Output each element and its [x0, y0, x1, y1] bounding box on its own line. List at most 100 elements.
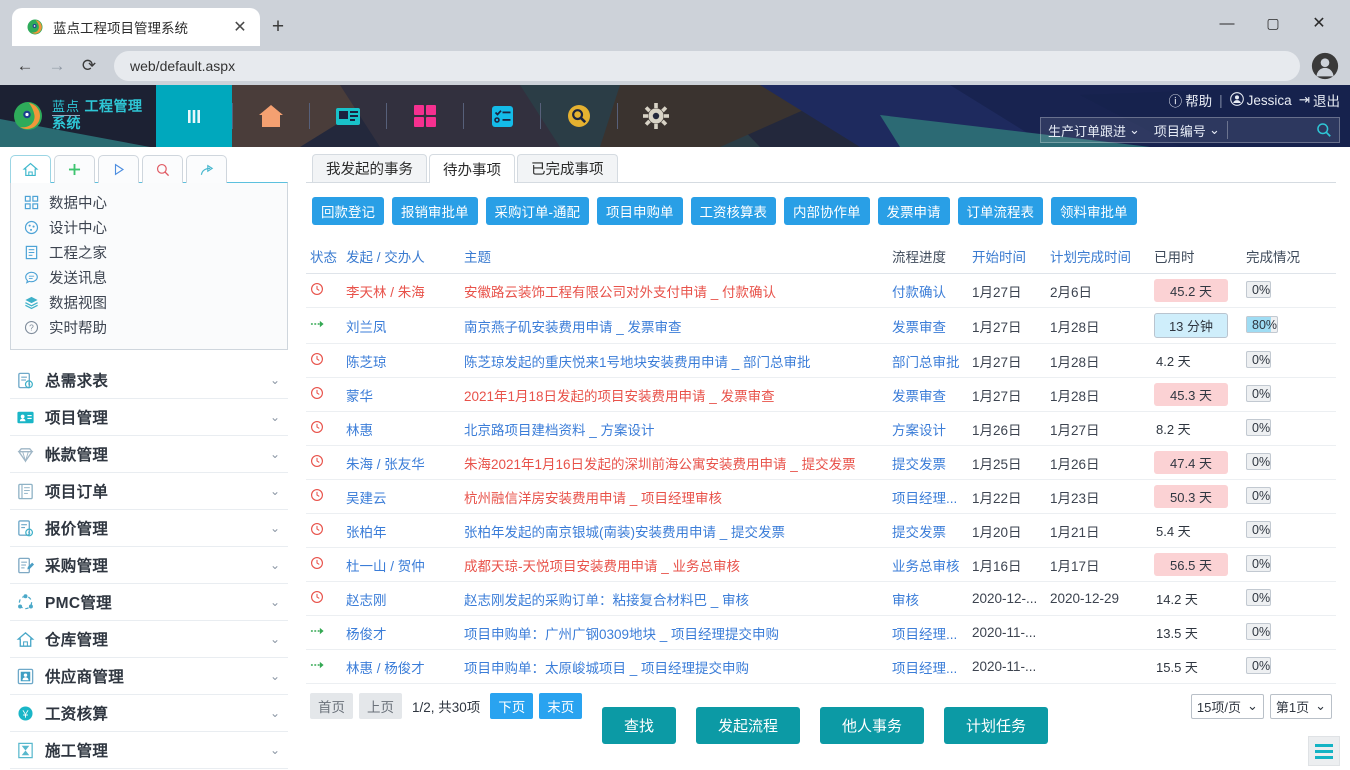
news-icon[interactable]: [310, 85, 386, 147]
quick-tab-search[interactable]: [142, 155, 183, 183]
sidebar-item-data-center[interactable]: 数据中心: [11, 190, 287, 215]
sidebar-item-供应商管理[interactable]: 供应商管理 ⌄: [10, 658, 288, 695]
table-row[interactable]: 刘兰凤 南京燕子矶安装费用申请 _ 发票审查 发票审查 1月27日 1月28日 13 分钟…: [306, 307, 1336, 344]
apps-grid-icon[interactable]: [387, 85, 463, 147]
window-maximize-button[interactable]: ▢: [1250, 6, 1296, 40]
sidebar-item-design-center[interactable]: 设计中心: [11, 215, 287, 240]
cell-progress[interactable]: 方案设计: [888, 411, 968, 446]
cell-person[interactable]: 蒙华: [342, 377, 460, 412]
reload-icon[interactable]: ⟳: [74, 51, 104, 81]
new-tab-button[interactable]: +: [260, 8, 296, 46]
table-row[interactable]: 林惠 北京路项目建档资料 _ 方案设计 方案设计 1月26日 1月27日 8.2 天 0%: [306, 411, 1336, 446]
search-field-select[interactable]: 项目编号 ⌄: [1147, 121, 1227, 140]
cell-progress[interactable]: 项目经理...: [888, 649, 968, 684]
tab-my-initiated[interactable]: 我发起的事务: [312, 154, 427, 182]
col-status[interactable]: 状态: [306, 241, 342, 274]
cell-subject[interactable]: 项目申购单：太原峻城项目 _ 项目经理提交申购: [460, 649, 888, 684]
sidebar-item-采购管理[interactable]: 采购管理 ⌄: [10, 547, 288, 584]
chip-订单流程表[interactable]: 订单流程表: [957, 197, 1043, 225]
others-tasks-button[interactable]: 他人事务: [820, 707, 925, 744]
cell-progress[interactable]: 部门总审批: [888, 343, 968, 378]
sidebar-item-data-view[interactable]: 数据视图: [11, 290, 287, 315]
table-row[interactable]: 朱海 / 张友华 朱海2021年1月16日发起的深圳前海公寓安装费用申请 _ 提交…: [306, 445, 1336, 480]
cell-progress[interactable]: 项目经理...: [888, 479, 968, 514]
table-row[interactable]: 赵志刚 赵志刚发起的采购订单：粘接复合材料巴 _ 审核 审核 2020-12-... 2…: [306, 581, 1336, 616]
search-button[interactable]: 查找: [601, 707, 676, 744]
sidebar-item-施工管理[interactable]: 施工管理 ⌄: [10, 732, 288, 769]
cell-person[interactable]: 赵志刚: [342, 581, 460, 616]
cell-subject[interactable]: 陈芝琼发起的重庆悦来1号地块安装费用申请 _ 部门总审批: [460, 343, 888, 378]
col-progress[interactable]: 流程进度: [888, 241, 968, 274]
search-scope-select[interactable]: 生产订单跟进 ⌄: [1041, 121, 1147, 140]
cell-progress[interactable]: 审核: [888, 581, 968, 616]
avatar[interactable]: [1310, 51, 1340, 81]
quick-tab-share[interactable]: [186, 155, 227, 183]
cell-progress[interactable]: 发票审查: [888, 377, 968, 412]
col-start[interactable]: 开始时间: [968, 241, 1046, 274]
cell-person[interactable]: 陈芝琼: [342, 343, 460, 378]
col-subject[interactable]: 主题: [460, 241, 888, 274]
tab-close-icon[interactable]: ✕: [230, 17, 250, 37]
cell-subject[interactable]: 安徽路云装饰工程有限公司对外支付申请 _ 付款确认: [460, 273, 888, 308]
cell-subject[interactable]: 赵志刚发起的采购订单：粘接复合材料巴 _ 审核: [460, 581, 888, 616]
sidebar-item-仓库管理[interactable]: 仓库管理 ⌄: [10, 621, 288, 658]
sidebar-item-engineering-home[interactable]: 工程之家: [11, 240, 287, 265]
chip-报销审批单[interactable]: 报销审批单: [392, 197, 478, 225]
cell-person[interactable]: 朱海 / 张友华: [342, 445, 460, 480]
list-menu-icon[interactable]: [1308, 736, 1340, 766]
forward-arrow-icon[interactable]: →: [42, 51, 72, 81]
quick-tab-play[interactable]: [98, 155, 139, 183]
table-row[interactable]: 蒙华 2021年1月18日发起的项目安装费用申请 _ 发票审查 发票审查 1月27日 1…: [306, 377, 1336, 412]
sidebar-item-PMC管理[interactable]: PMC管理 ⌄: [10, 584, 288, 621]
col-plan[interactable]: 计划完成时间: [1046, 241, 1150, 274]
cell-progress[interactable]: 业务总审核: [888, 547, 968, 582]
chip-领料审批单[interactable]: 领料审批单: [1051, 197, 1137, 225]
help-link[interactable]: ⓘ 帮助: [1169, 90, 1213, 110]
logout-link[interactable]: ⇥ 退出: [1299, 90, 1340, 110]
sidebar-item-总需求表[interactable]: 总需求表 ⌄: [10, 362, 288, 399]
chip-工资核算表[interactable]: 工资核算表: [690, 197, 776, 225]
cell-subject[interactable]: 张柏年发起的南京银城(南装)安装费用申请 _ 提交发票: [460, 513, 888, 548]
quick-tab-home[interactable]: [10, 155, 51, 183]
sidebar-item-报价管理[interactable]: $ 报价管理 ⌄: [10, 510, 288, 547]
chip-采购订单-通配[interactable]: 采购订单-通配: [485, 197, 589, 225]
cell-subject[interactable]: 北京路项目建档资料 _ 方案设计: [460, 411, 888, 446]
cell-person[interactable]: 吴建云: [342, 479, 460, 514]
cell-person[interactable]: 李天林 / 朱海: [342, 273, 460, 308]
tab-completed[interactable]: 已完成事项: [517, 154, 618, 182]
table-row[interactable]: 杜一山 / 贺仲 成都天琼-天悦项目安装费用申请 _ 业务总审核 业务总审核 1月16…: [306, 547, 1336, 582]
chip-发票申请[interactable]: 发票申请: [877, 197, 950, 225]
cell-subject[interactable]: 成都天琼-天悦项目安装费用申请 _ 业务总审核: [460, 547, 888, 582]
window-minimize-button[interactable]: —: [1204, 6, 1250, 40]
cell-subject[interactable]: 2021年1月18日发起的项目安装费用申请 _ 发票审查: [460, 377, 888, 412]
window-close-button[interactable]: ✕: [1296, 6, 1342, 40]
table-row[interactable]: 陈芝琼 陈芝琼发起的重庆悦来1号地块安装费用申请 _ 部门总审批 部门总审批 1月27…: [306, 343, 1336, 378]
table-row[interactable]: 张柏年 张柏年发起的南京银城(南装)安装费用申请 _ 提交发票 提交发票 1月20日 1…: [306, 513, 1336, 548]
col-pct[interactable]: 完成情况: [1242, 241, 1336, 274]
back-arrow-icon[interactable]: ←: [10, 51, 40, 81]
cell-progress[interactable]: 提交发票: [888, 445, 968, 480]
scheduled-tasks-button[interactable]: 计划任务: [944, 707, 1049, 744]
cell-progress[interactable]: 提交发票: [888, 513, 968, 548]
home-icon[interactable]: [233, 85, 309, 147]
brand[interactable]: 蓝点 工程管理系统: [0, 85, 156, 147]
cell-subject[interactable]: 项目申购单：广州广钢0309地块 _ 项目经理提交申购: [460, 615, 888, 650]
cell-person[interactable]: 张柏年: [342, 513, 460, 548]
sidebar-item-工资核算[interactable]: ￥ 工资核算 ⌄: [10, 695, 288, 732]
cell-person[interactable]: 林惠: [342, 411, 460, 446]
table-row[interactable]: 吴建云 杭州融信洋房安装费用申请 _ 项目经理审核 项目经理... 1月22日 1月23…: [306, 479, 1336, 514]
cell-subject[interactable]: 南京燕子矶安装费用申请 _ 发票审查: [460, 307, 888, 344]
browser-tab[interactable]: 蓝点工程项目管理系统 ✕: [12, 8, 260, 46]
quick-tab-add[interactable]: [54, 155, 95, 183]
cell-progress[interactable]: 发票审查: [888, 307, 968, 344]
cell-person[interactable]: 杨俊才: [342, 615, 460, 650]
checklist-icon[interactable]: [464, 85, 540, 147]
start-process-button[interactable]: 发起流程: [695, 707, 800, 744]
cell-person[interactable]: 林惠 / 杨俊才: [342, 649, 460, 684]
table-row[interactable]: 李天林 / 朱海 安徽路云装饰工程有限公司对外支付申请 _ 付款确认 付款确认 1月2…: [306, 273, 1336, 308]
chip-回款登记[interactable]: 回款登记: [312, 197, 384, 225]
cell-subject[interactable]: 杭州融信洋房安装费用申请 _ 项目经理审核: [460, 479, 888, 514]
user-link[interactable]: Jessica: [1229, 91, 1292, 109]
menu-bars-icon[interactable]: [156, 85, 232, 147]
cell-subject[interactable]: 朱海2021年1月16日发起的深圳前海公寓安装费用申请 _ 提交发票: [460, 445, 888, 480]
